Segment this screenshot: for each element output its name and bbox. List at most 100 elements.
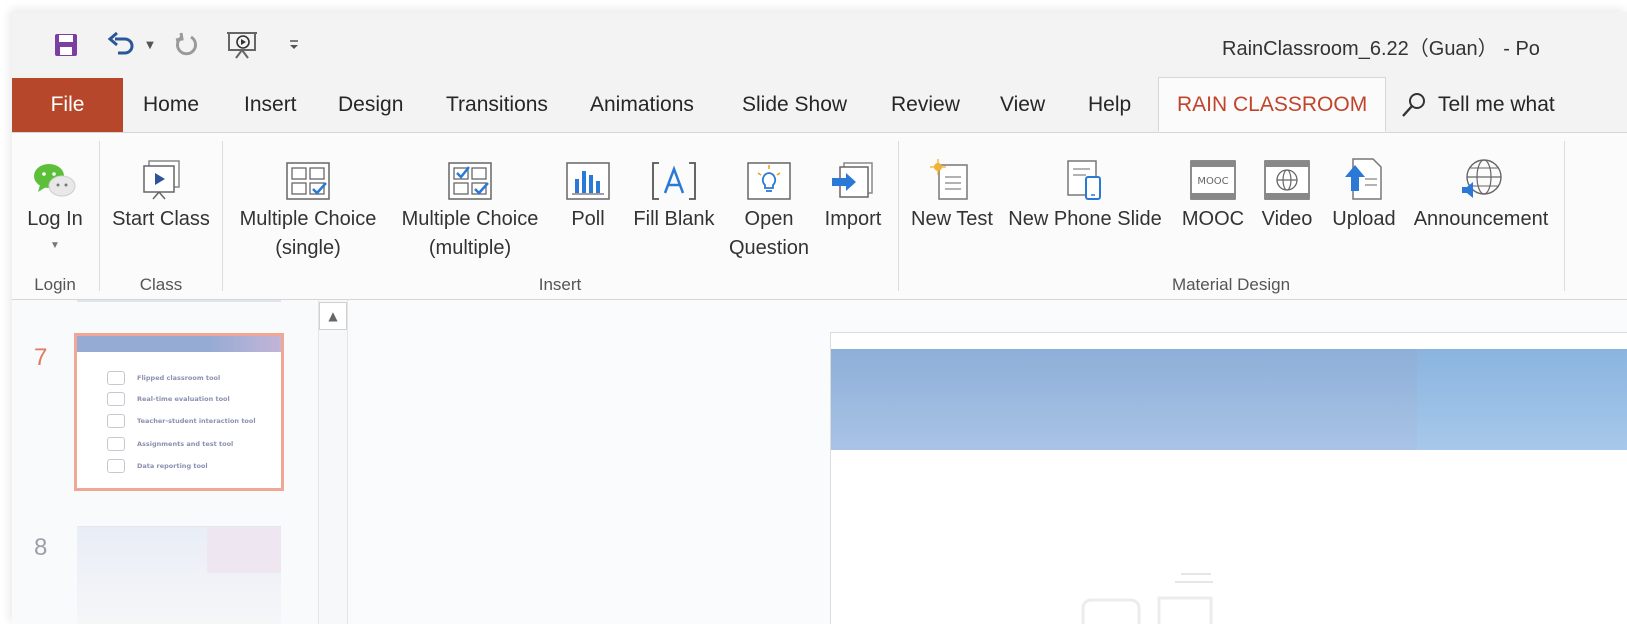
thumb-row-text: Flipped classroom tool (137, 374, 221, 382)
thumb-row: Data reporting tool (107, 457, 208, 475)
new-test-label: New Test (911, 208, 993, 230)
slide-thumbnail-pane[interactable]: 7 Flipped classroom tool Real-time evalu… (12, 300, 352, 624)
workspace: 7 Flipped classroom tool Real-time evalu… (12, 300, 1627, 624)
redo-button[interactable] (170, 30, 202, 60)
thumb-row-text: Assignments and test tool (137, 440, 234, 448)
new-phone-slide-button[interactable]: New Phone Slide (1000, 133, 1170, 273)
wechat-icon (34, 164, 76, 197)
mc-single-label-1: Multiple Choice (239, 208, 377, 230)
announcement-label: Announcement (1413, 208, 1549, 230)
slide-header-banner (831, 349, 1627, 450)
presentation-icon (227, 32, 257, 59)
thumb-row-text: Teacher-student interaction tool (137, 417, 256, 425)
tab-review[interactable]: Review (891, 78, 960, 132)
slide-number-8: 8 (34, 534, 48, 561)
thumb-row-icon (107, 392, 125, 406)
thumbnail-scrollbar[interactable]: ▲ (318, 300, 348, 624)
thumb-header-accent (207, 527, 281, 573)
poll-chart-icon (566, 162, 610, 200)
video-label: Video (1261, 208, 1313, 230)
tell-me-text: Tell me what (1438, 93, 1555, 116)
mc-multiple-label-1: Multiple Choice (401, 208, 539, 230)
thumb-row-text: Data reporting tool (137, 462, 208, 470)
mc-multiple-label-2: (multiple) (428, 237, 512, 259)
search-icon (1402, 93, 1425, 117)
open-question-button[interactable]: Open Question (724, 133, 814, 273)
thumb-row-icon (107, 414, 125, 428)
tab-home[interactable]: Home (143, 78, 199, 132)
group-separator (898, 141, 899, 291)
open-question-icon (747, 162, 791, 200)
thumb-header-bar (77, 336, 281, 352)
thumb-row-text: Real-time evaluation tool (137, 395, 230, 403)
customize-dropdown-icon (290, 40, 298, 49)
thumb-row-icon (107, 371, 125, 385)
tab-insert[interactable]: Insert (244, 78, 297, 132)
upload-label: Upload (1332, 208, 1396, 230)
title-bar: ▼ RainClassroom_6.22（Guan） - Po (12, 12, 1627, 78)
tab-design[interactable]: Design (338, 78, 403, 132)
chevron-down-icon: ▼ (146, 39, 154, 51)
tab-view[interactable]: View (1000, 78, 1045, 132)
redo-icon (175, 32, 197, 56)
start-class-label: Start Class (112, 208, 210, 230)
customize-quick-access-button[interactable] (284, 30, 304, 60)
announcement-button[interactable]: Announcement (1406, 133, 1556, 273)
log-in-button[interactable]: Log In ▼ (20, 133, 90, 273)
tab-slide-show[interactable]: Slide Show (742, 78, 847, 132)
slide-header-banner-right (1417, 349, 1627, 450)
window-title: RainClassroom_6.22（Guan） - Po (1222, 38, 1540, 60)
undo-button[interactable] (104, 30, 140, 60)
multiple-choice-single-button[interactable]: Multiple Choice (single) (230, 133, 386, 273)
fill-blank-icon (652, 162, 696, 200)
thumb-row: Teacher-student interaction tool (107, 412, 256, 430)
tab-transitions[interactable]: Transitions (446, 78, 548, 132)
group-label-login: Login (34, 275, 76, 294)
scroll-up-button[interactable]: ▲ (319, 302, 347, 330)
tab-rain-classroom[interactable]: RAIN CLASSROOM (1158, 77, 1387, 132)
open-question-label-1: Open (744, 208, 794, 230)
thumb-row: Flipped classroom tool (107, 369, 220, 387)
fill-blank-button[interactable]: Fill Blank (624, 133, 724, 273)
upload-icon (1345, 158, 1382, 200)
multiple-choice-multiple-button[interactable]: Multiple Choice (multiple) (392, 133, 548, 273)
multiple-choice-single-icon (286, 162, 330, 200)
powerpoint-window: ▼ RainClassroom_6.22（Guan） - Po File Hom… (12, 12, 1627, 624)
undo-dropdown[interactable]: ▼ (142, 30, 158, 60)
thumb-row-icon (107, 437, 125, 451)
announcement-icon (1462, 159, 1502, 198)
tab-animations[interactable]: Animations (590, 78, 694, 132)
new-test-icon (930, 159, 968, 200)
slide-graphic-icon (1081, 573, 1213, 624)
slide-editing-canvas[interactable] (830, 332, 1627, 624)
new-phone-slide-label: New Phone Slide (1008, 208, 1162, 230)
ribbon-rain-classroom: Log In ▼ Login Start Class Class Multipl… (12, 133, 1627, 300)
slide-thumbnail-7[interactable]: Flipped classroom tool Real-time evaluat… (74, 333, 284, 491)
undo-icon (107, 32, 134, 55)
open-question-label-2: Question (728, 237, 810, 259)
thumb-row: Real-time evaluation tool (107, 390, 230, 408)
fill-blank-label: Fill Blank (633, 208, 715, 230)
poll-label: Poll (571, 208, 605, 230)
import-icon (832, 162, 873, 198)
import-button[interactable]: Import (816, 133, 890, 273)
chevron-down-icon: ▼ (50, 240, 60, 251)
poll-button[interactable]: Poll (558, 133, 618, 273)
group-label-insert: Insert (538, 275, 582, 294)
tab-file[interactable]: File (12, 78, 123, 132)
group-label-class: Class (139, 275, 183, 294)
mooc-button[interactable]: MOOC MOOC (1176, 133, 1250, 273)
video-button[interactable]: Video (1252, 133, 1322, 273)
slide-thumbnail-8[interactable] (77, 526, 281, 624)
tell-me-search[interactable]: Tell me what (1400, 78, 1555, 132)
start-class-button[interactable]: Start Class (106, 133, 216, 273)
tab-help[interactable]: Help (1088, 78, 1131, 132)
start-from-beginning-button[interactable] (224, 30, 260, 60)
thumb-row: Assignments and test tool (107, 435, 233, 453)
group-separator (99, 141, 100, 291)
log-in-label: Log In (27, 208, 83, 230)
upload-button[interactable]: Upload (1324, 133, 1404, 273)
save-button[interactable] (50, 30, 82, 60)
new-test-button[interactable]: New Test (904, 133, 1000, 273)
import-label: Import (824, 208, 882, 230)
